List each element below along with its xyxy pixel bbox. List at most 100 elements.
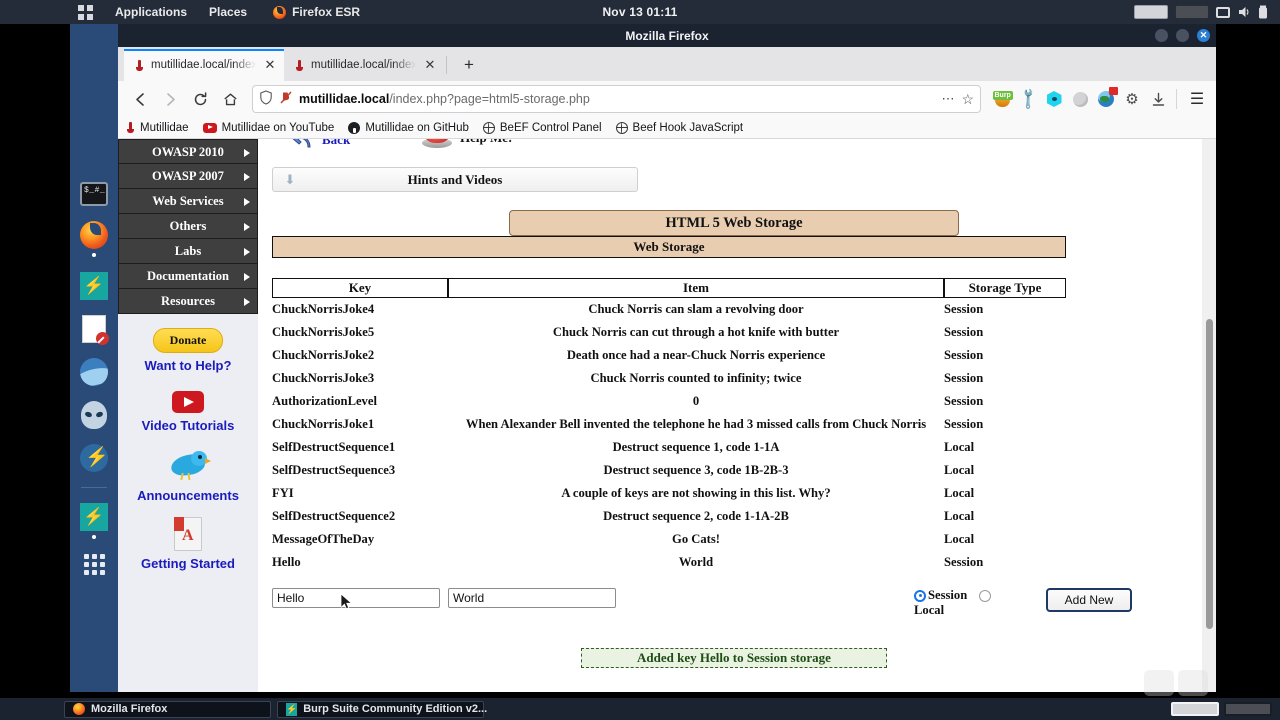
sidebar-item-documentation[interactable]: Documentation: [118, 264, 258, 289]
new-tab-button[interactable]: +: [455, 51, 483, 79]
taskbar-item-firefox[interactable]: Mozilla Firefox: [64, 700, 271, 718]
tab-1[interactable]: mutillidae.local/index.ph ✕: [124, 49, 284, 81]
display-icon[interactable]: [1216, 6, 1230, 18]
radio-local[interactable]: [979, 589, 992, 602]
firefox-running-dot: [92, 253, 96, 257]
terminal-icon[interactable]: $_#_: [80, 182, 108, 206]
video-tutorials-link[interactable]: Video Tutorials: [118, 418, 258, 433]
alien-icon[interactable]: [81, 401, 107, 429]
hextech-extension-icon[interactable]: [1043, 88, 1065, 110]
key-input[interactable]: [272, 588, 440, 608]
cell-key: SelfDestructSequence3: [272, 463, 396, 477]
burp-suite-icon[interactable]: ⚡: [80, 272, 108, 300]
moon-extension-icon[interactable]: [1069, 88, 1091, 110]
maximize-button[interactable]: [1176, 29, 1189, 42]
bookmark-label: Mutillidae: [140, 121, 189, 134]
help-me-link[interactable]: Help Me!: [422, 139, 512, 151]
getting-started-link[interactable]: Getting Started: [118, 556, 258, 571]
tracking-protection-off-icon[interactable]: [279, 90, 293, 108]
shield-icon[interactable]: [259, 90, 273, 108]
workspace-2-indicator[interactable]: [1175, 5, 1209, 19]
clock[interactable]: Nov 13 01:11: [0, 5, 1280, 19]
taskbar-item-burp[interactable]: ⚡ Burp Suite Community Edition v2...: [277, 700, 487, 718]
home-icon[interactable]: [216, 85, 244, 113]
mouse-cursor: [340, 593, 353, 612]
table-row: SelfDestructSequence1 Destruct sequence 1…: [272, 436, 1066, 459]
radio-session-label: Session: [928, 588, 968, 602]
cell-item: Death once had a near-Chuck Norris exper…: [566, 348, 826, 362]
sidebar-item-resources[interactable]: Resources: [118, 289, 258, 314]
sidebar-item-web-services[interactable]: Web Services: [118, 189, 258, 214]
globe-extension-icon[interactable]: [1095, 87, 1118, 110]
announcements-link[interactable]: Announcements: [118, 488, 258, 503]
want-to-help-link[interactable]: Want to Help?: [118, 358, 258, 373]
gear-extension-icon[interactable]: ⚙: [1121, 88, 1143, 110]
forward-icon[interactable]: [156, 85, 184, 113]
dock-divider: [81, 487, 107, 488]
cell-storage-type: Session: [944, 325, 984, 339]
sidebar-item-others[interactable]: Others: [118, 214, 258, 239]
burp-suite-running-icon[interactable]: ⚡: [80, 503, 108, 531]
screen-root: Applications Places Firefox ESR Nov 13 0…: [0, 0, 1280, 720]
cell-storage-type: Session: [944, 302, 984, 316]
wireshark-icon[interactable]: [80, 358, 108, 386]
workspace-1-indicator[interactable]: [1134, 5, 1168, 19]
sidebar-item-label: OWASP 2007: [152, 169, 224, 183]
scrollbar-thumb[interactable]: [1206, 319, 1213, 629]
bookmark-mutillidae-youtube[interactable]: Mutillidae on YouTube: [202, 122, 334, 134]
menu-icon[interactable]: ☰: [1186, 88, 1208, 110]
taskbar-workspace-2[interactable]: [1224, 702, 1272, 716]
back-icon[interactable]: [126, 85, 154, 113]
taskbar-workspace-1[interactable]: [1171, 702, 1219, 716]
url-bar[interactable]: mutillidae.local/index.php?page=html5-st…: [252, 85, 981, 113]
page-viewport: OWASP 2010 OWASP 2007 Web Services Other…: [118, 139, 1216, 692]
sidebar-item-owasp-2007[interactable]: OWASP 2007: [118, 164, 258, 189]
sidebar-item-labs[interactable]: Labs: [118, 239, 258, 264]
back-link[interactable]: Back: [286, 139, 350, 155]
item-input[interactable]: [448, 588, 616, 608]
cell-item: Chuck Norris counted to infinity; twice: [590, 371, 802, 385]
downloads-icon[interactable]: [1147, 88, 1169, 110]
donate-button[interactable]: Donate: [152, 328, 224, 353]
reload-icon[interactable]: [186, 85, 214, 113]
tab-1-label: mutillidae.local/index.ph: [151, 59, 256, 71]
hints-and-videos-button[interactable]: ⬇ Hints and Videos: [272, 167, 638, 192]
pdf-icon[interactable]: A: [174, 517, 202, 551]
cell-storage-type: Session: [944, 348, 984, 362]
page-scrollbar[interactable]: [1202, 139, 1216, 692]
burp-extension-icon[interactable]: Burp: [991, 88, 1013, 110]
youtube-icon[interactable]: [172, 391, 204, 413]
sidebar-item-owasp-2010[interactable]: OWASP 2010: [118, 139, 258, 164]
bookmark-mutillidae[interactable]: Mutillidae: [126, 121, 189, 134]
minimize-button[interactable]: [1155, 29, 1168, 42]
bookmark-beef-hook-javascript[interactable]: Beef Hook JavaScript: [615, 121, 743, 134]
volume-icon[interactable]: [1237, 5, 1251, 19]
table-row: ChuckNorrisJoke4 Chuck Norris can slam a …: [272, 298, 1066, 321]
add-new-button[interactable]: Add New: [1046, 588, 1132, 612]
table-row: SelfDestructSequence2 Destruct sequence 2…: [272, 505, 1066, 528]
wrench-extension-icon[interactable]: 🔧: [1015, 87, 1040, 112]
radio-session[interactable]: [914, 589, 926, 602]
battery-icon[interactable]: [1258, 5, 1272, 19]
document-blocked-icon[interactable]: [82, 315, 109, 345]
sidebar-item-label: Documentation: [147, 269, 229, 283]
twitter-bird-icon[interactable]: [167, 449, 211, 483]
taskbar-item-label: Mozilla Firefox: [91, 703, 168, 715]
table-caption: Web Storage: [272, 236, 1066, 258]
tab-2[interactable]: mutillidae.local/index.ph ✕: [284, 49, 444, 81]
close-button[interactable]: ✕: [1197, 29, 1210, 42]
tab-1-close-icon[interactable]: ✕: [262, 57, 278, 73]
firefox-icon[interactable]: [80, 221, 108, 249]
table-row: FYI A couple of keys are not showing in t…: [272, 482, 1066, 505]
page-actions-icon[interactable]: ⋯: [941, 91, 955, 107]
show-apps-icon[interactable]: [83, 554, 105, 575]
bookmark-star-icon[interactable]: ☆: [961, 91, 974, 108]
chevron-right-icon: [244, 173, 250, 181]
taskbar-workspaces: [1171, 698, 1272, 720]
tab-2-close-icon[interactable]: ✕: [422, 57, 438, 73]
bolt-icon[interactable]: [80, 444, 109, 472]
bookmark-beef-control-panel[interactable]: BeEF Control Panel: [482, 121, 602, 134]
bookmark-mutillidae-github[interactable]: Mutillidae on GitHub: [348, 121, 469, 134]
column-header-item: Item: [448, 278, 944, 298]
cell-storage-type: Local: [944, 532, 975, 546]
